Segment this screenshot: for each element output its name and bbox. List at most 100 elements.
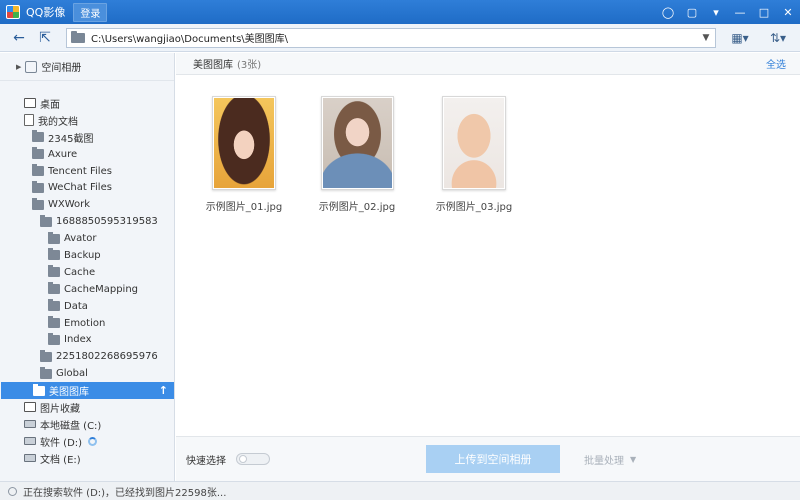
tree-item[interactable]: Tencent Files (0, 163, 174, 180)
tree-item[interactable]: 2345截图 (0, 129, 174, 146)
tree-item[interactable]: 我的文档 (0, 112, 174, 129)
gallery-count: (3张) (237, 60, 262, 71)
photo-item[interactable]: 示例图片_01.jpg (194, 96, 294, 213)
address-bar: ← ⇱ C:\Users\wangjiao\Documents\美图图库\ ▼ … (0, 24, 800, 52)
document-icon (24, 114, 34, 127)
tree-item-label: 本地磁盘 (C:) (40, 420, 102, 432)
photo-thumbnail[interactable] (320, 96, 394, 190)
minimize-icon[interactable]: — (728, 0, 752, 24)
tree-item[interactable]: Cache (0, 264, 174, 281)
tree-item-label: 图片收藏 (40, 403, 80, 415)
photo-name: 示例图片_01.jpg (205, 202, 283, 213)
upload-to-album-button[interactable]: 上传到空间相册 (426, 445, 560, 473)
tree-item[interactable]: Global (0, 365, 174, 382)
tree-item[interactable]: 1688850595319583 (0, 213, 174, 230)
tree-item[interactable]: Avator (0, 230, 174, 247)
tree-item[interactable]: 桌面 (0, 95, 174, 112)
path-input[interactable]: C:\Users\wangjiao\Documents\美图图库\ ▼ (66, 27, 716, 48)
chevron-down-icon: ▼ (630, 454, 637, 464)
tree-item-label: WeChat Files (48, 182, 112, 194)
photo-thumbnail[interactable] (442, 96, 506, 190)
sidebar: ▶ 空间相册 桌面我的文档 2345截图 Axure Tencent Files WeC… (0, 53, 175, 481)
tree-item[interactable]: Backup (0, 247, 174, 264)
tree-item[interactable]: 图片收藏 (0, 399, 174, 416)
folder-icon (40, 349, 52, 362)
chevron-down-icon[interactable]: ▼ (697, 33, 715, 43)
tree-item[interactable]: Emotion (0, 315, 174, 332)
tree-item[interactable]: 美图图库 ↑ (1, 382, 174, 400)
grid-view-icon[interactable]: ▦▾ (726, 27, 754, 49)
photo-name: 示例图片_02.jpg (318, 202, 396, 213)
quick-select-toggle[interactable] (236, 453, 270, 465)
login-button[interactable]: 登录 (73, 2, 108, 22)
tree-item-label: Tencent Files (48, 165, 112, 177)
drive-icon (24, 420, 36, 429)
thumbnail-grid: 示例图片_01.jpg 示例图片_02.jpg 示例图片_03.jpg (176, 76, 800, 436)
upload-arrow-icon[interactable]: ↑ (159, 384, 168, 397)
folder-icon (48, 248, 60, 261)
tree-item[interactable]: Data (0, 298, 174, 315)
desktop-icon (24, 98, 36, 109)
path-text: C:\Users\wangjiao\Documents\美图图库\ (91, 34, 289, 45)
folder-icon (48, 316, 60, 329)
menu-icon[interactable]: ▾ (704, 0, 728, 24)
batch-process-label: 批量处理 (584, 455, 624, 467)
quick-select-label: 快速选择 (186, 455, 226, 467)
folder-icon (32, 147, 44, 160)
folder-icon (48, 265, 60, 278)
window-controls: ◯ ▢ ▾ — □ ✕ (656, 0, 800, 24)
gallery-header: 美图图库 (3张) 全选 (176, 53, 800, 75)
folder-icon (32, 197, 44, 210)
folder-icon (40, 214, 52, 227)
tree-item[interactable]: Index (0, 331, 174, 348)
loading-spinner-icon (8, 486, 17, 496)
photo-item[interactable]: 示例图片_03.jpg (424, 96, 524, 213)
folder-icon (32, 130, 44, 143)
toggle-knob (239, 455, 247, 463)
photo-thumbnail[interactable] (212, 96, 276, 190)
tree-item-label: 2345截图 (48, 133, 94, 145)
tree-item[interactable]: 软件 (D:) (0, 433, 174, 450)
close-icon[interactable]: ✕ (776, 0, 800, 24)
folder-icon (32, 180, 44, 193)
tree-item-label: 我的文档 (38, 116, 78, 128)
folder-icon (71, 30, 85, 43)
tree-item[interactable]: CacheMapping (0, 281, 174, 298)
tree-item[interactable]: WeChat Files (0, 179, 174, 196)
folder-icon (40, 366, 52, 379)
loading-spinner-icon (88, 436, 98, 446)
drive-icon (24, 437, 36, 446)
feedback-icon[interactable]: ◯ (656, 0, 680, 24)
folder-icon (48, 282, 60, 295)
photo-name: 示例图片_03.jpg (435, 202, 513, 213)
tree-item-label: 文档 (E:) (40, 454, 81, 466)
app-logo-icon (6, 5, 20, 19)
folder-icon (48, 231, 60, 244)
back-arrow-icon[interactable]: ← (6, 26, 32, 50)
select-all-link[interactable]: 全选 (766, 56, 786, 71)
sidebar-item-cloud-album[interactable]: ▶ 空间相册 (0, 53, 174, 81)
app-title: QQ影像 (26, 6, 66, 19)
tree-item-label: Axure (48, 148, 78, 160)
tree-item-label: 2251802268695976 (56, 351, 158, 363)
tree-item-label: 美图图库 (49, 387, 89, 399)
tree-item[interactable]: 本地磁盘 (C:) (0, 416, 174, 433)
sort-icon[interactable]: ⇅▾ (764, 27, 792, 49)
photo-item[interactable]: 示例图片_02.jpg (307, 96, 407, 213)
tree-item-label: 1688850595319583 (56, 216, 158, 228)
tree-item-label: 软件 (D:) (40, 437, 83, 449)
expand-arrow-icon[interactable]: ▶ (16, 63, 21, 71)
maximize-icon[interactable]: □ (752, 0, 776, 24)
batch-process-button[interactable]: 批量处理 ▼ (584, 452, 636, 467)
tree-item[interactable]: WXWork (0, 196, 174, 213)
tree-item-label: Data (64, 300, 88, 312)
tree-item[interactable]: Axure (0, 146, 174, 163)
folder-icon (48, 332, 60, 345)
tree-item[interactable]: 文档 (E:) (0, 450, 174, 467)
skin-icon[interactable]: ▢ (680, 0, 704, 24)
action-bar: 快速选择 上传到空间相册 批量处理 ▼ (176, 436, 800, 481)
tree-item-label: Backup (64, 249, 101, 261)
tree-item-label: WXWork (48, 199, 91, 211)
up-folder-icon[interactable]: ⇱ (32, 26, 58, 50)
tree-item[interactable]: 2251802268695976 (0, 348, 174, 365)
